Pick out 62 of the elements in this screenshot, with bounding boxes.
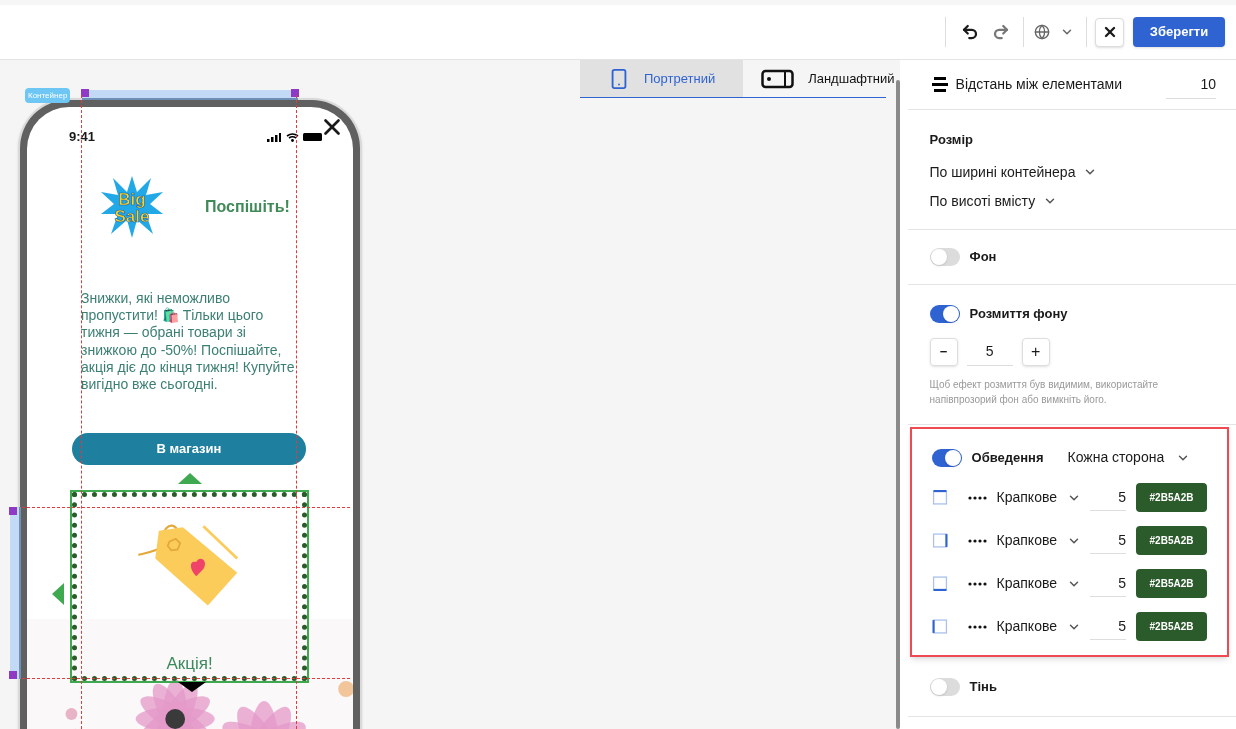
color-swatch-button[interactable]: #2B5A2B xyxy=(1136,483,1207,512)
orientation-tab[interactable]: Ландшафтний xyxy=(743,60,900,97)
spacing-label: Відстань між елементами xyxy=(955,75,1122,94)
border-width-input[interactable]: 5 xyxy=(1090,484,1126,511)
toggle-switch[interactable] xyxy=(929,304,960,323)
size-title: Розмір xyxy=(929,131,974,149)
blur-input[interactable]: 5 xyxy=(966,337,1013,366)
close-button[interactable] xyxy=(1095,17,1124,47)
move-down-handle-icon[interactable] xyxy=(178,682,206,693)
promo-caption: Акція! xyxy=(166,652,213,675)
signal-icon xyxy=(267,132,281,142)
border-style-dropdown[interactable]: Крапкове xyxy=(996,530,1081,551)
border-width-input[interactable]: 5 xyxy=(1090,613,1126,640)
phone-landscape-icon xyxy=(761,68,795,89)
background-label: Фон xyxy=(969,248,997,267)
color-swatch-button[interactable]: #2B5A2B xyxy=(1136,526,1207,555)
blur-hint: Щоб ефект розмиття був видимим, використайте напівпрозорий фон або вимкніть його. xyxy=(929,377,1160,407)
globe-icon xyxy=(1034,24,1050,40)
battery-icon xyxy=(303,133,322,141)
border-label: Обведення xyxy=(971,448,1044,467)
shadow-label: Тінь xyxy=(969,677,997,696)
decrement-button[interactable]: − xyxy=(929,337,958,366)
wifi-icon xyxy=(286,132,299,142)
selected-promo-block[interactable]: Акція! xyxy=(70,490,309,684)
border-width-input[interactable]: 5 xyxy=(1090,570,1126,597)
border-style-dropdown[interactable]: Крапкове xyxy=(996,616,1081,637)
size-dropdown[interactable]: По висоті вмісту xyxy=(929,190,1058,212)
height-resize-bar[interactable] xyxy=(10,507,21,679)
promo-heading: Поспішіть! xyxy=(205,197,290,217)
dotted-line-icon xyxy=(967,538,988,543)
color-swatch-button[interactable]: #2B5A2B xyxy=(1136,612,1207,641)
save-button[interactable]: Зберегти xyxy=(1133,17,1225,47)
shop-button[interactable]: В магазин xyxy=(72,433,306,466)
blur-label: Розмиття фону xyxy=(969,305,1068,323)
color-swatch-button[interactable]: #2B5A2B xyxy=(1136,569,1207,598)
border-side-icon xyxy=(931,619,948,634)
move-left-handle-icon[interactable] xyxy=(52,583,64,605)
redo-icon xyxy=(992,23,1010,41)
toggle-switch[interactable] xyxy=(929,677,960,696)
border-style-dropdown[interactable]: Крапкове xyxy=(996,573,1081,594)
toggle-switch[interactable] xyxy=(931,448,962,467)
dotted-line-icon xyxy=(967,581,988,586)
size-dropdown[interactable]: По ширині контейнера xyxy=(929,161,1098,183)
undo-icon xyxy=(961,23,979,41)
increment-button[interactable]: + xyxy=(1021,337,1050,366)
border-mode-dropdown[interactable]: Кожна сторона xyxy=(1067,447,1191,468)
toggle-switch[interactable] xyxy=(929,248,960,266)
border-width-input[interactable]: 5 xyxy=(1090,527,1126,554)
border-side-icon xyxy=(931,576,948,591)
border-side-icon xyxy=(931,490,948,505)
width-resize-bar[interactable] xyxy=(82,90,298,100)
border-style-dropdown[interactable]: Крапкове xyxy=(996,487,1081,508)
status-time: 9:41 xyxy=(69,128,96,147)
dotted-line-icon xyxy=(967,624,988,629)
orientation-tab[interactable]: Портретний xyxy=(580,60,744,97)
move-up-handle-icon[interactable] xyxy=(178,473,202,485)
container-label: Контейнер xyxy=(25,88,71,103)
spacing-input[interactable]: 10 xyxy=(1166,70,1216,99)
border-side-icon xyxy=(931,533,948,548)
spacing-icon xyxy=(931,77,948,92)
dotted-line-icon xyxy=(967,495,988,500)
promo-text: Знижки, які неможливо пропустити! 🛍 Тільки цього тижня — обрані товари зі знижкою до -50%! Поспішайте, акція діє до кінця тижня! Купуйте вигідно вже сьогодні. xyxy=(81,290,296,394)
